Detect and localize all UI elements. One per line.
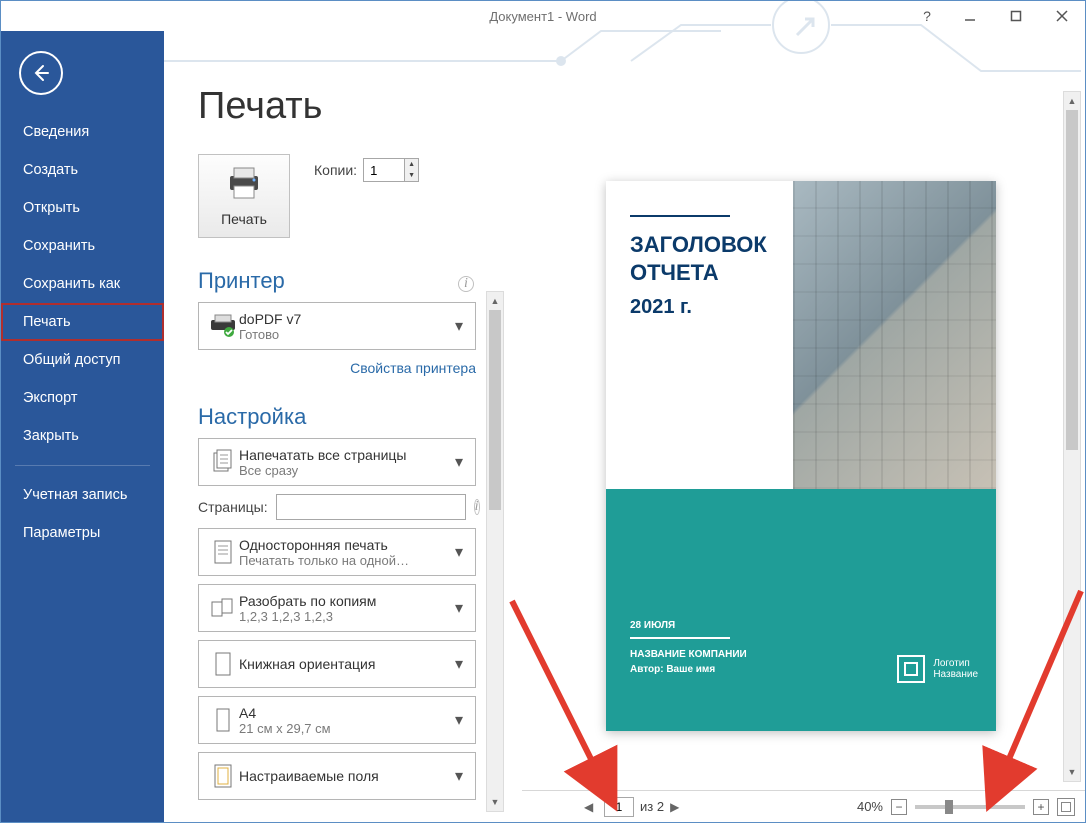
sides-line2: Печатать только на одной… bbox=[239, 553, 451, 568]
settings-section-title: Настройка bbox=[198, 404, 522, 430]
nav-info[interactable]: Сведения bbox=[1, 113, 164, 151]
zoom-in-button[interactable]: + bbox=[1033, 799, 1049, 815]
sides-dropdown[interactable]: Односторонняя печать Печатать только на … bbox=[198, 528, 476, 576]
chevron-down-icon: ▾ bbox=[451, 452, 467, 472]
doc-title: ЗАГОЛОВОК ОТЧЕТА bbox=[630, 231, 779, 286]
pages-stack-icon bbox=[207, 448, 239, 476]
nav-share[interactable]: Общий доступ bbox=[1, 341, 164, 379]
pages-label: Страницы: bbox=[198, 499, 268, 515]
nav-print[interactable]: Печать bbox=[1, 303, 164, 341]
paper-icon bbox=[207, 706, 239, 734]
zoom-level-label: 40% bbox=[857, 799, 883, 814]
chevron-down-icon: ▾ bbox=[451, 710, 467, 730]
doc-logo: Логотип Название bbox=[897, 655, 978, 683]
nav-close[interactable]: Закрыть bbox=[1, 417, 164, 455]
one-sided-icon bbox=[207, 538, 239, 566]
print-range-line1: Напечатать все страницы bbox=[239, 447, 451, 463]
page-prev-button[interactable]: ◀ bbox=[584, 800, 598, 814]
collate-line2: 1,2,3 1,2,3 1,2,3 bbox=[239, 609, 451, 624]
scroll-down-button[interactable]: ▼ bbox=[487, 793, 503, 811]
margins-line1: Настраиваемые поля bbox=[239, 768, 451, 784]
back-button[interactable] bbox=[19, 51, 63, 95]
print-preview-pane: ЗАГОЛОВОК ОТЧЕТА 2021 г. 28 ИЮЛЯ НАЗВАНИ… bbox=[522, 31, 1085, 822]
printer-icon bbox=[224, 166, 264, 205]
pages-input[interactable] bbox=[276, 494, 466, 520]
zoom-fit-button[interactable] bbox=[1057, 798, 1075, 816]
margins-icon bbox=[207, 762, 239, 790]
zoom-slider-knob[interactable] bbox=[945, 800, 953, 814]
print-button-label: Печать bbox=[221, 211, 267, 227]
preview-scroll-up[interactable]: ▲ bbox=[1064, 92, 1080, 110]
nav-saveas[interactable]: Сохранить как bbox=[1, 265, 164, 303]
nav-options[interactable]: Параметры bbox=[1, 514, 164, 552]
copies-stepper[interactable]: ▲ ▼ bbox=[363, 158, 419, 182]
chevron-down-icon: ▾ bbox=[451, 542, 467, 562]
doc-year: 2021 г. bbox=[630, 296, 779, 319]
page-total-label: из 2 bbox=[640, 799, 664, 814]
preview-scrollbar[interactable]: ▲ ▼ bbox=[1063, 91, 1081, 782]
nav-open[interactable]: Открыть bbox=[1, 189, 164, 227]
margins-dropdown[interactable]: Настраиваемые поля ▾ bbox=[198, 752, 476, 800]
printer-device-icon bbox=[207, 314, 239, 338]
sides-line1: Односторонняя печать bbox=[239, 537, 451, 553]
printer-status: Готово bbox=[239, 327, 451, 342]
print-settings-pane: Печать Печать bbox=[164, 31, 522, 822]
page-next-button[interactable]: ▶ bbox=[670, 800, 684, 814]
preview-footer: ◀ из 2 ▶ 40% − + bbox=[522, 790, 1085, 822]
window-title: Документ1 - Word bbox=[489, 9, 596, 24]
minimize-button[interactable] bbox=[947, 1, 993, 31]
zoom-slider[interactable] bbox=[915, 805, 1025, 809]
preview-page: ЗАГОЛОВОК ОТЧЕТА 2021 г. 28 ИЮЛЯ НАЗВАНИ… bbox=[606, 181, 996, 731]
paper-line2: 21 см x 29,7 см bbox=[239, 721, 451, 736]
nav-separator bbox=[15, 465, 150, 466]
doc-author: Автор: Ваше имя bbox=[630, 664, 747, 675]
doc-company: НАЗВАНИЕ КОМПАНИИ bbox=[630, 649, 747, 660]
preview-scroll-down[interactable]: ▼ bbox=[1064, 763, 1080, 781]
portrait-icon bbox=[207, 650, 239, 678]
printer-dropdown[interactable]: doPDF v7 Готово ▾ bbox=[198, 302, 476, 350]
collate-dropdown[interactable]: Разобрать по копиям 1,2,3 1,2,3 1,2,3 ▾ bbox=[198, 584, 476, 632]
doc-cover-image bbox=[793, 181, 996, 489]
preview-scroll-thumb[interactable] bbox=[1066, 110, 1078, 450]
nav-account[interactable]: Учетная запись bbox=[1, 476, 164, 514]
nav-save[interactable]: Сохранить bbox=[1, 227, 164, 265]
nav-export[interactable]: Экспорт bbox=[1, 379, 164, 417]
copies-input[interactable] bbox=[364, 159, 404, 181]
orientation-line1: Книжная ориентация bbox=[239, 656, 451, 672]
scroll-up-button[interactable]: ▲ bbox=[487, 292, 503, 310]
chevron-down-icon: ▾ bbox=[451, 316, 467, 336]
paper-line1: A4 bbox=[239, 705, 451, 721]
help-button[interactable]: ? bbox=[907, 1, 947, 31]
collate-line1: Разобрать по копиям bbox=[239, 593, 451, 609]
scroll-thumb[interactable] bbox=[489, 310, 501, 510]
nav-new[interactable]: Создать bbox=[1, 151, 164, 189]
print-range-dropdown[interactable]: Напечатать все страницы Все сразу ▾ bbox=[198, 438, 476, 486]
printer-properties-link[interactable]: Свойства принтера bbox=[198, 358, 476, 380]
titlebar: Документ1 - Word ? bbox=[1, 1, 1085, 31]
copies-down[interactable]: ▼ bbox=[405, 170, 418, 181]
printer-name: doPDF v7 bbox=[239, 311, 451, 327]
page-title: Печать bbox=[198, 85, 522, 128]
chevron-down-icon: ▾ bbox=[451, 654, 467, 674]
orientation-dropdown[interactable]: Книжная ориентация ▾ bbox=[198, 640, 476, 688]
copies-label: Копии: bbox=[314, 162, 357, 178]
page-number-input[interactable] bbox=[604, 797, 634, 817]
doc-date: 28 ИЮЛЯ bbox=[630, 620, 747, 631]
zoom-out-button[interactable]: − bbox=[891, 799, 907, 815]
print-range-line2: Все сразу bbox=[239, 463, 451, 478]
copies-up[interactable]: ▲ bbox=[405, 159, 418, 170]
paper-size-dropdown[interactable]: A4 21 см x 29,7 см ▾ bbox=[198, 696, 476, 744]
print-button[interactable]: Печать bbox=[198, 154, 290, 238]
chevron-down-icon: ▾ bbox=[451, 598, 467, 618]
printer-info-icon[interactable]: i bbox=[458, 276, 474, 292]
settings-scrollbar[interactable]: ▲ ▼ bbox=[486, 291, 504, 812]
close-button[interactable] bbox=[1039, 1, 1085, 31]
pages-info-icon[interactable]: i bbox=[474, 499, 480, 515]
collate-icon bbox=[207, 596, 239, 620]
chevron-down-icon: ▾ bbox=[451, 766, 467, 786]
maximize-button[interactable] bbox=[993, 1, 1039, 31]
backstage-sidebar: Сведения Создать Открыть Сохранить Сохра… bbox=[1, 31, 164, 822]
